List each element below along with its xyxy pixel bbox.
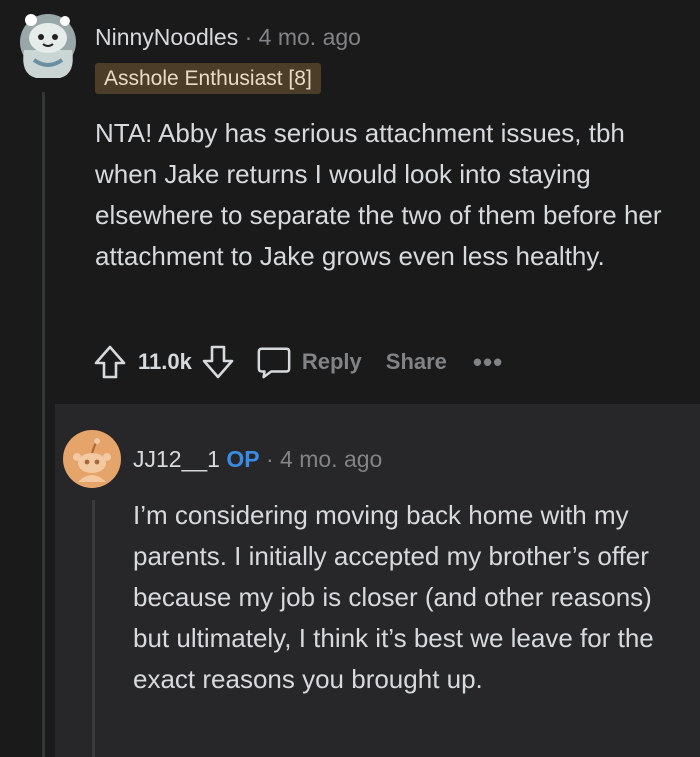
op-badge: OP: [226, 446, 260, 472]
comment-header: NinnyNoodles · 4 mo. ago: [95, 24, 361, 51]
comment-actions: 11.0k Reply Share •••: [92, 340, 503, 384]
more-options-button[interactable]: •••: [473, 347, 503, 378]
avatar[interactable]: [63, 430, 121, 488]
comment-body: NTA! Abby has serious attachment issues,…: [95, 118, 662, 271]
speech-bubble-icon: [257, 347, 291, 379]
downvote-arrow-icon: [202, 345, 234, 379]
author-name[interactable]: JJ12__1: [133, 446, 220, 472]
share-button[interactable]: Share: [386, 349, 447, 375]
user-flair: Asshole Enthusiast [8]: [95, 63, 321, 94]
separator: ·: [265, 446, 274, 472]
timestamp[interactable]: 4 mo. ago: [259, 24, 361, 50]
thread-line[interactable]: [92, 500, 95, 757]
thread-line[interactable]: [42, 92, 45, 757]
snoo-avatar-icon: [63, 430, 121, 488]
comment-body: I’m considering moving back home with my…: [133, 500, 654, 694]
reply-icon-button[interactable]: [256, 342, 292, 382]
vote-count: 11.0k: [138, 349, 192, 374]
separator: ·: [244, 24, 253, 50]
avatar[interactable]: [16, 12, 80, 82]
upvote-button[interactable]: [92, 342, 128, 382]
author-name[interactable]: NinnyNoodles: [95, 24, 238, 50]
upvote-arrow-icon: [94, 345, 126, 379]
comment-header: JJ12__1 OP · 4 mo. ago: [133, 446, 382, 473]
reply-button[interactable]: Reply: [302, 349, 362, 375]
downvote-button[interactable]: [200, 342, 236, 382]
snoo-avatar-icon: [20, 14, 76, 78]
timestamp[interactable]: 4 mo. ago: [280, 446, 382, 472]
